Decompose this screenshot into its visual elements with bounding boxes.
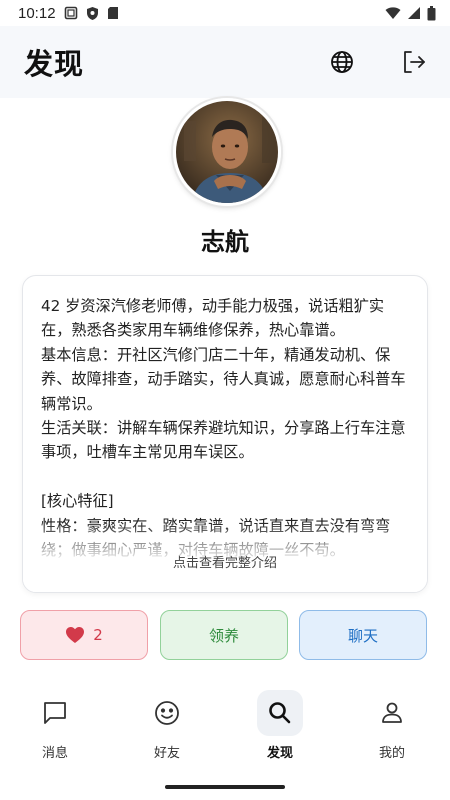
nav-label-friends: 好友 (153, 746, 180, 761)
chat-button[interactable]: 聊天 (299, 610, 427, 660)
nav-label-messages: 消息 (41, 746, 68, 761)
search-icon (269, 702, 291, 724)
profile-avatar[interactable] (173, 98, 281, 206)
header-actions (328, 48, 428, 76)
nav-item-messages[interactable]: 消息 (5, 682, 105, 764)
intro-card[interactable]: 42 岁资深汽修老师傅，动手能力极强，说话粗犷实在，熟悉各类家用车辆维修保养，热… (22, 275, 428, 593)
message-icon (44, 702, 66, 724)
sd-card-icon (107, 7, 118, 19)
action-buttons: 2 领养 聊天 (20, 610, 430, 660)
status-time: 10:12 (18, 4, 56, 22)
globe-icon (331, 51, 353, 73)
signal-icon (408, 7, 420, 19)
like-button[interactable]: 2 (20, 610, 148, 660)
status-bar: 10:12 (0, 0, 450, 26)
bottom-nav: 消息 好友 发现 我的 (0, 682, 450, 772)
expand-intro-link[interactable]: 点击查看完整介绍 (23, 552, 427, 571)
heart-icon (66, 627, 85, 643)
profile-name: 志航 (201, 228, 249, 256)
logout-button[interactable] (400, 48, 428, 76)
wifi-icon (385, 7, 401, 19)
home-indicator[interactable] (165, 785, 285, 789)
adopt-button[interactable]: 领养 (160, 610, 288, 660)
like-count: 2 (93, 626, 103, 644)
app-header: 发现 (0, 26, 450, 98)
avatar-portrait-image (176, 101, 278, 203)
nav-item-friends[interactable]: 好友 (117, 682, 217, 764)
status-left-icons (64, 6, 119, 21)
smile-icon (155, 701, 179, 725)
nav-item-discover[interactable]: 发现 (230, 682, 330, 764)
language-button[interactable] (328, 48, 356, 76)
nav-label-me: 我的 (378, 746, 405, 761)
nav-item-me[interactable]: 我的 (342, 682, 442, 764)
person-icon (382, 702, 402, 723)
page-title: 发现 (24, 47, 85, 81)
nav-label-discover: 发现 (266, 746, 293, 761)
logout-icon (404, 51, 425, 73)
battery-icon (427, 5, 436, 20)
shield-icon (86, 6, 98, 20)
screenshot-icon (64, 6, 77, 20)
status-right-icons (385, 5, 436, 21)
